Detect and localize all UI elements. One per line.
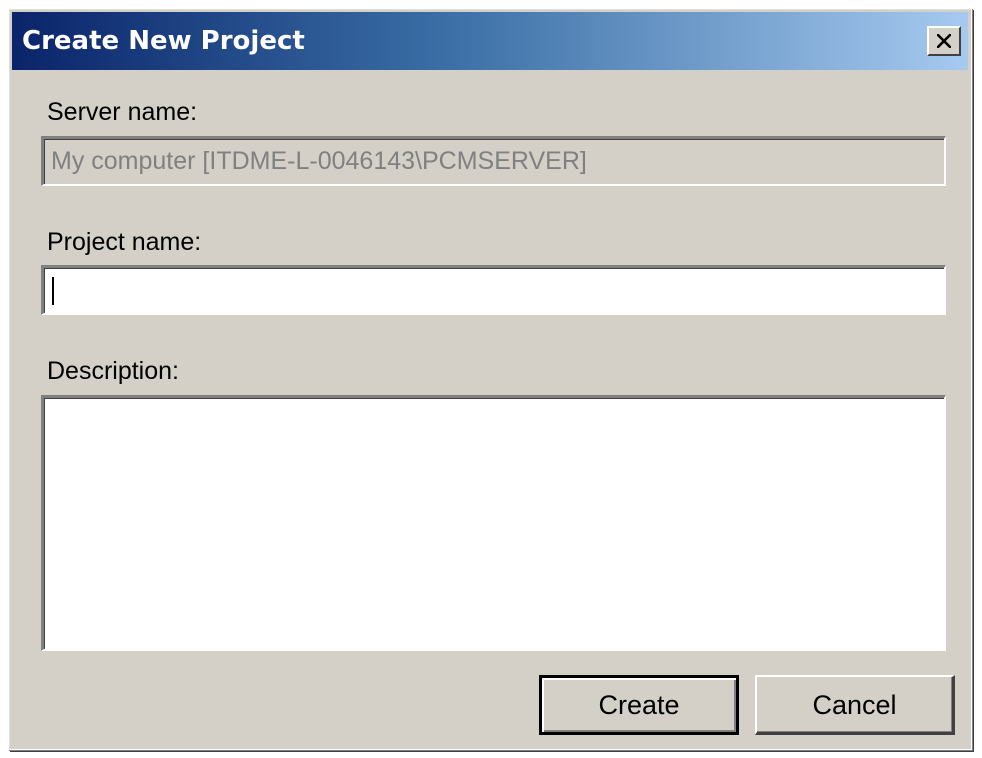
description-label: Description: <box>47 357 179 385</box>
close-icon <box>937 34 951 48</box>
title-bar[interactable]: Create New Project <box>12 12 968 70</box>
cancel-button[interactable]: Cancel <box>755 675 955 735</box>
server-name-field <box>41 136 946 186</box>
project-name-label: Project name: <box>47 228 202 256</box>
create-project-dialog: Create New Project Server name: Project … <box>8 8 972 750</box>
text-cursor <box>52 277 54 305</box>
create-button[interactable]: Create <box>539 675 739 735</box>
project-name-input[interactable] <box>41 265 946 315</box>
server-name-label: Server name: <box>47 98 198 126</box>
close-button[interactable] <box>927 26 961 56</box>
description-textarea[interactable] <box>41 395 946 651</box>
dialog-title: Create New Project <box>22 26 305 56</box>
